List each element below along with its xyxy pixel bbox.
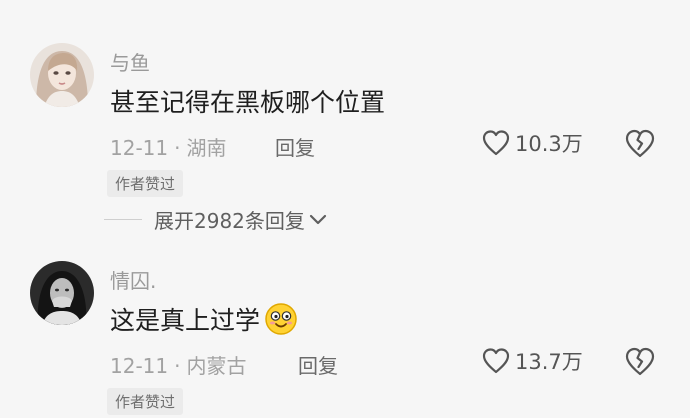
dislike-button[interactable]: [624, 128, 656, 160]
expand-replies-button[interactable]: 展开2982条回复: [104, 205, 327, 234]
comment-item: 与鱼 甚至记得在黑板哪个位置 12-11 · 湖南 回复 10.3万 作者赞过 展开…: [0, 40, 690, 240]
author-liked-badge: 作者赞过: [107, 170, 184, 197]
comment-text: 这是真上过学: [110, 301, 298, 337]
reply-button[interactable]: 回复: [275, 132, 315, 161]
expand-divider: [104, 219, 142, 220]
smiling-face-emoji: [265, 303, 297, 335]
avatar-image: [30, 261, 94, 325]
username[interactable]: 与鱼: [110, 47, 150, 76]
broken-heart-icon: [625, 347, 655, 376]
avatar-image: [30, 43, 94, 107]
comment-location: 湖南: [186, 136, 227, 160]
like-count: 13.7万: [515, 350, 583, 374]
chevron-down-icon: [309, 214, 327, 224]
comment-text: 甚至记得在黑板哪个位置: [110, 83, 385, 119]
heart-outline-icon: [482, 130, 510, 156]
comment-item: 情囚. 这是真上过学 12-11 · 内蒙古 回复 13.7万 作者赞过: [0, 258, 690, 418]
meta-separator: ·: [174, 136, 181, 160]
comment-location: 内蒙古: [186, 354, 247, 378]
avatar[interactable]: [30, 43, 94, 107]
comment-date: 12-11: [110, 136, 169, 160]
like-button[interactable]: 13.7万: [481, 346, 583, 376]
meta-separator: ·: [174, 354, 181, 378]
dislike-button[interactable]: [624, 346, 656, 378]
avatar[interactable]: [30, 261, 94, 325]
comment-meta: 12-11 · 湖南: [110, 132, 226, 161]
comment-meta: 12-11 · 内蒙古: [110, 350, 246, 379]
broken-heart-icon: [625, 129, 655, 158]
heart-outline-icon: [482, 348, 510, 374]
comment-text-body: 甚至记得在黑板哪个位置: [110, 88, 386, 117]
like-count: 10.3万: [515, 132, 583, 156]
reply-button[interactable]: 回复: [298, 350, 338, 379]
comment-date: 12-11: [110, 354, 169, 378]
like-button[interactable]: 10.3万: [481, 128, 583, 158]
expand-replies-label: 展开2982条回复: [154, 209, 305, 233]
username[interactable]: 情囚.: [110, 265, 156, 294]
comment-text-body: 这是真上过学: [110, 306, 261, 335]
author-liked-badge: 作者赞过: [107, 388, 184, 415]
